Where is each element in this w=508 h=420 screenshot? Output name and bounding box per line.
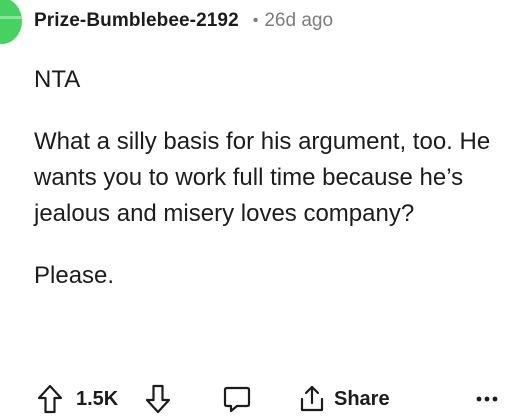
comment-paragraph: What a silly basis for his argument, too… bbox=[34, 128, 491, 227]
share-label: Share bbox=[334, 387, 390, 410]
username[interactable]: Prize-Bumblebee-2192 bbox=[34, 10, 239, 32]
downvote-button[interactable] bbox=[142, 382, 174, 416]
comment-header: Prize-Bumblebee-2192 • 26d ago bbox=[34, 8, 333, 34]
arrow-up-icon bbox=[37, 384, 63, 414]
comment-body: NTA What a silly basis for his argument,… bbox=[34, 62, 502, 294]
avatar[interactable] bbox=[0, 0, 22, 44]
upvote-button[interactable] bbox=[34, 382, 66, 416]
share-icon bbox=[298, 384, 326, 414]
ellipsis-icon bbox=[476, 395, 498, 403]
timestamp[interactable]: 26d ago bbox=[264, 10, 333, 32]
speech-bubble-icon bbox=[222, 384, 252, 414]
share-button[interactable]: Share bbox=[298, 382, 390, 416]
more-options-button[interactable] bbox=[474, 384, 500, 414]
meta-separator: • bbox=[252, 12, 259, 29]
avatar-highlight bbox=[0, 16, 22, 19]
comment-paragraph: Please. bbox=[34, 262, 115, 289]
comment-card: Prize-Bumblebee-2192 • 26d ago NTA What … bbox=[0, 0, 508, 417]
reply-button[interactable] bbox=[220, 382, 254, 416]
vote-count: 1.5K bbox=[76, 388, 119, 410]
action-bar: 1.5K Share bbox=[34, 380, 504, 420]
arrow-down-icon bbox=[145, 384, 171, 414]
comment-paragraph: NTA bbox=[34, 66, 81, 93]
